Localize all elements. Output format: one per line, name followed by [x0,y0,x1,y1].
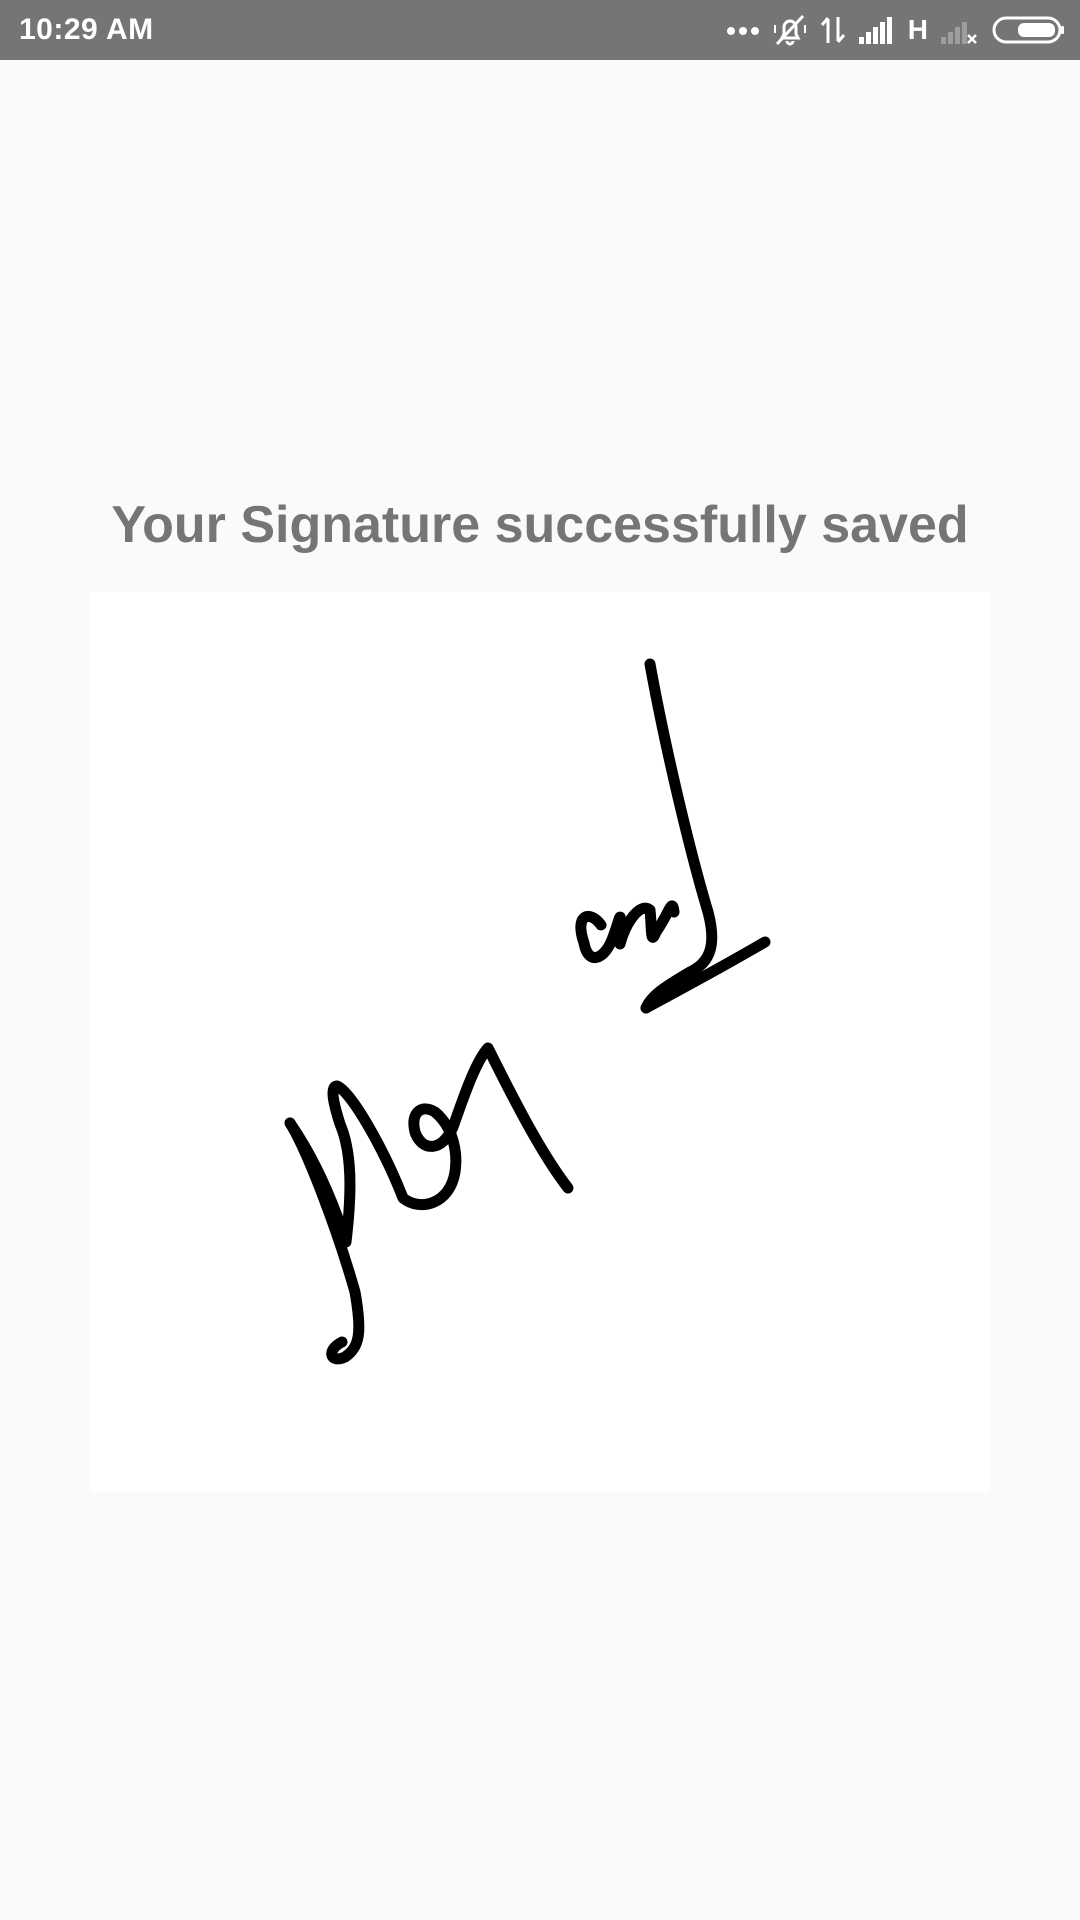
status-icons: H [726,0,1066,60]
network-type-label: H [907,14,928,45]
status-time: 10:29 AM [19,13,154,46]
main-content: Your Signature successfully saved [0,60,1080,1920]
page-title: Your Signature successfully saved [111,496,969,554]
signature-image [284,658,771,1365]
battery-icon [992,15,1066,45]
no-signal-icon [940,15,980,45]
signature-preview [90,592,990,1492]
status-bar: 10:29 AM H [0,0,1080,60]
more-dots-icon [726,23,760,37]
alarm-off-icon [772,12,808,48]
signal-icon [858,15,896,45]
data-transfer-icon [820,13,846,47]
